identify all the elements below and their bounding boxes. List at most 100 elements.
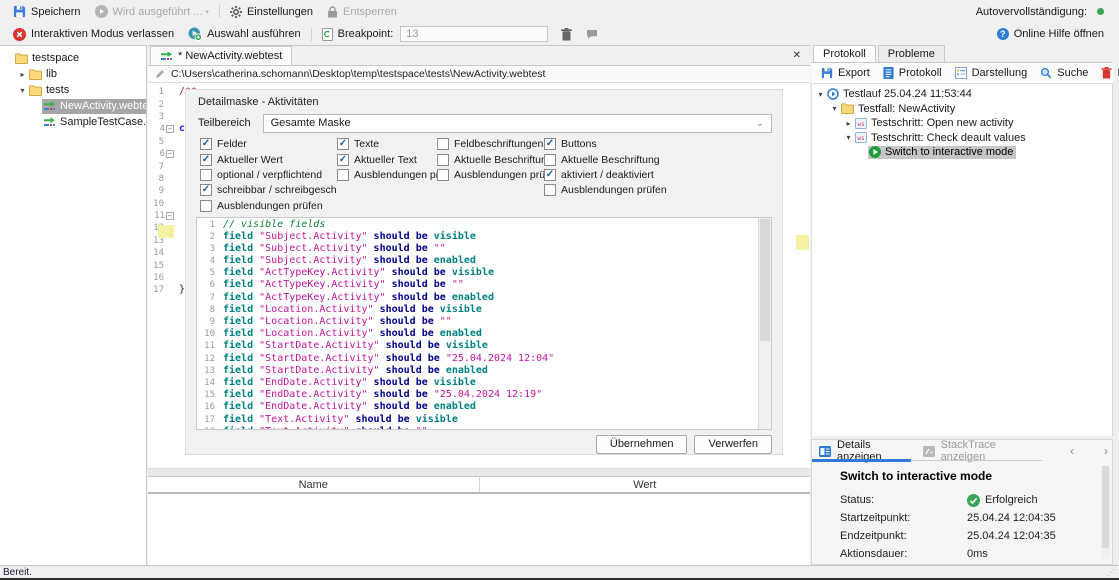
testrun-icon <box>827 88 839 100</box>
fold-icon[interactable]: − <box>166 212 174 220</box>
darstellung-button[interactable]: Darstellung <box>950 67 1033 79</box>
checkbox-ausblendungen-pr-fen[interactable]: Ausblendungen prüfen <box>337 167 437 182</box>
section-combobox[interactable]: Gesamte Maske ⌄ <box>263 114 772 133</box>
help-icon: ? <box>997 28 1009 40</box>
tab-stacktrace-anzeigen[interactable]: StackTrace anzeigen <box>923 440 1022 462</box>
line-numbers: 1234−56−7891011−121314151617 <box>148 86 175 468</box>
empty-cell <box>544 198 772 213</box>
assertion-line: field "EndDate.Activity" should be "25.0… <box>223 389 758 401</box>
tree-collapse-icon[interactable]: ▾ <box>843 133 854 142</box>
webtest-icon <box>43 116 56 128</box>
fold-icon[interactable]: − <box>166 150 174 158</box>
tree-item-testschritt-open-new-activity[interactable]: ▸wsTestschritt: Open new activity <box>812 116 1112 131</box>
tree-item-newactivity-webtest[interactable]: NewActivity.webtest <box>0 98 146 114</box>
details-rows: Status:ErfolgreichStartzeitpunkt:25.04.2… <box>840 491 1098 563</box>
column-header-name[interactable]: Name <box>148 477 480 492</box>
tree-item-testfall-newactivity[interactable]: ▾Testfall: NewActivity <box>812 102 1112 117</box>
editor-hscrollbar[interactable] <box>148 468 810 476</box>
assertion-code-editor[interactable]: 123456789101112131415161718 // visible f… <box>196 217 772 430</box>
section-label: Teilbereich <box>196 117 251 129</box>
suche-button[interactable]: Suche <box>1035 67 1093 79</box>
breakpoint-label: Breakpoint: <box>315 24 401 44</box>
checkbox-ausblendungen-pr-fen[interactable]: Ausblendungen prüfen <box>544 183 772 198</box>
scrollbar-thumb[interactable] <box>760 219 770 342</box>
leave-interactive-mode-button[interactable]: Interaktiven Modus verlassen <box>6 24 181 44</box>
resize-grip-icon[interactable]: ⋰ <box>1107 568 1116 577</box>
checkbox-aktueller-text[interactable]: ✓Aktueller Text <box>337 152 437 167</box>
tree-collapse-icon[interactable]: ▾ <box>815 90 826 99</box>
checkbox-aktueller-wert[interactable]: ✓Aktueller Wert <box>200 152 337 167</box>
checkbox-aktiviert-deaktiviert[interactable]: ✓aktiviert / deaktiviert <box>544 167 772 182</box>
variables-table-header: Name Wert <box>148 477 810 494</box>
checkbox-ausblendungen-pr-fen[interactable]: Ausblendungen prüfen <box>200 198 337 213</box>
checkbox-buttons[interactable]: ✓Buttons <box>544 137 772 152</box>
change-mark <box>796 235 809 250</box>
tab-details-anzeigen[interactable]: Details anzeigen <box>819 440 901 462</box>
svg-text:ws: ws <box>857 121 865 128</box>
delete-breakpoint-button[interactable] <box>554 24 579 44</box>
checkbox-texte[interactable]: ✓Texte <box>337 137 437 152</box>
assertion-line: field "Location.Activity" should be enab… <box>223 328 758 340</box>
stacktrace-icon <box>923 446 935 457</box>
code-editor[interactable]: 1234−56−7891011−121314151617 /** * *cl} … <box>148 83 810 468</box>
comment-bubble-button[interactable] <box>579 24 605 44</box>
webtest-icon <box>43 100 56 112</box>
tree-item-testspace[interactable]: testspace <box>0 50 146 66</box>
tree-item-testlauf-25-04-24-11-53-44[interactable]: ▾Testlauf 25.04.24 11:53:44 <box>812 87 1112 102</box>
export-button[interactable]: Export <box>816 67 875 79</box>
folder-icon <box>29 85 42 96</box>
unchecked-checkbox-icon <box>200 169 212 181</box>
nav-prev-icon[interactable]: ‹ <box>1066 444 1078 458</box>
checkbox-aktuelle-beschriftung[interactable]: Aktuelle Beschriftung <box>437 152 544 167</box>
editor-mark-column <box>794 83 810 468</box>
save-button[interactable]: Speichern <box>6 2 88 22</box>
tree-item-switch-to-interactive-mode[interactable]: Switch to interactive mode <box>812 145 1112 160</box>
checkbox-optional-verpflichtend[interactable]: optional / verpflichtend <box>200 167 337 182</box>
tree-collapse-icon[interactable]: ▾ <box>17 86 28 95</box>
checkbox-ausblendungen-pr-fen[interactable]: Ausblendungen prüfen <box>437 167 544 182</box>
step-icon: ws <box>855 132 867 143</box>
assertion-line: field "Location.Activity" should be visi… <box>223 304 758 316</box>
tree-item-lib[interactable]: ▸lib <box>0 66 146 82</box>
tree-item-tests[interactable]: ▾tests <box>0 82 146 98</box>
assertion-line: field "EndDate.Activity" should be visib… <box>223 377 758 389</box>
tree-item-sampletestcase-webtest[interactable]: SampleTestCase.webtest <box>0 114 146 130</box>
checkbox-aktuelle-beschriftung[interactable]: Aktuelle Beschriftung <box>544 152 772 167</box>
play-circle-icon <box>95 5 108 18</box>
close-editor-icon[interactable]: ✕ <box>793 50 801 61</box>
tree-item-testschritt-check-deault-values[interactable]: ▾wsTestschritt: Check deault values <box>812 131 1112 146</box>
folder-icon <box>29 69 42 80</box>
discard-button[interactable]: Verwerfen <box>694 435 772 454</box>
assertion-line: field "Subject.Activity" should be enabl… <box>223 255 758 267</box>
autocomplete-status: Autovervollständigung: <box>969 2 1111 22</box>
fold-icon[interactable]: − <box>166 125 174 133</box>
tree-expand-icon[interactable]: ▸ <box>843 119 854 128</box>
protokoll-leeren-button[interactable]: Protokoll leeren <box>1096 67 1119 79</box>
online-help-button[interactable]: ? Online Hilfe öffnen <box>990 24 1111 44</box>
scrollbar-thumb[interactable] <box>1102 466 1109 548</box>
empty-cell <box>437 183 544 198</box>
playgreen-icon <box>869 146 881 158</box>
floppy-icon <box>821 67 833 79</box>
checkbox-feldbeschriftungen[interactable]: Feldbeschriftungen <box>437 137 544 152</box>
checkbox-felder[interactable]: ✓Felder <box>200 137 337 152</box>
assertion-line: field "ActTypeKey.Activity" should be en… <box>223 292 758 304</box>
details-scrollbar[interactable] <box>1101 466 1110 559</box>
checkbox-schreibbar-schreibgesch-tzt[interactable]: ✓schreibbar / schreibgeschützt <box>200 183 337 198</box>
protokoll-button[interactable]: Protokoll <box>878 67 947 79</box>
tab-protokoll[interactable]: Protokoll <box>813 45 876 62</box>
tree-expand-icon[interactable]: ▸ <box>17 70 28 79</box>
settings-button[interactable]: Einstellungen <box>223 2 320 22</box>
protocol-toolbar: ExportProtokollDarstellungSucheProtokoll… <box>811 63 1113 84</box>
detail-row-status: Status:Erfolgreich <box>840 491 1098 509</box>
apply-button[interactable]: Übernehmen <box>596 435 688 454</box>
tree-collapse-icon[interactable]: ▾ <box>829 104 840 113</box>
breakpoint-input[interactable] <box>400 26 548 42</box>
tab-probleme[interactable]: Probleme <box>878 45 945 62</box>
details-panel: Details anzeigen StackTrace anzeigen ‹ ›… <box>811 439 1113 565</box>
nav-next-icon[interactable]: › <box>1100 444 1112 458</box>
column-header-wert[interactable]: Wert <box>480 477 811 492</box>
run-selection-button[interactable]: Auswahl ausführen <box>181 24 308 44</box>
tab-newactivity-webtest[interactable]: * NewActivity.webtest <box>150 46 292 65</box>
code-scrollbar[interactable] <box>758 218 771 429</box>
